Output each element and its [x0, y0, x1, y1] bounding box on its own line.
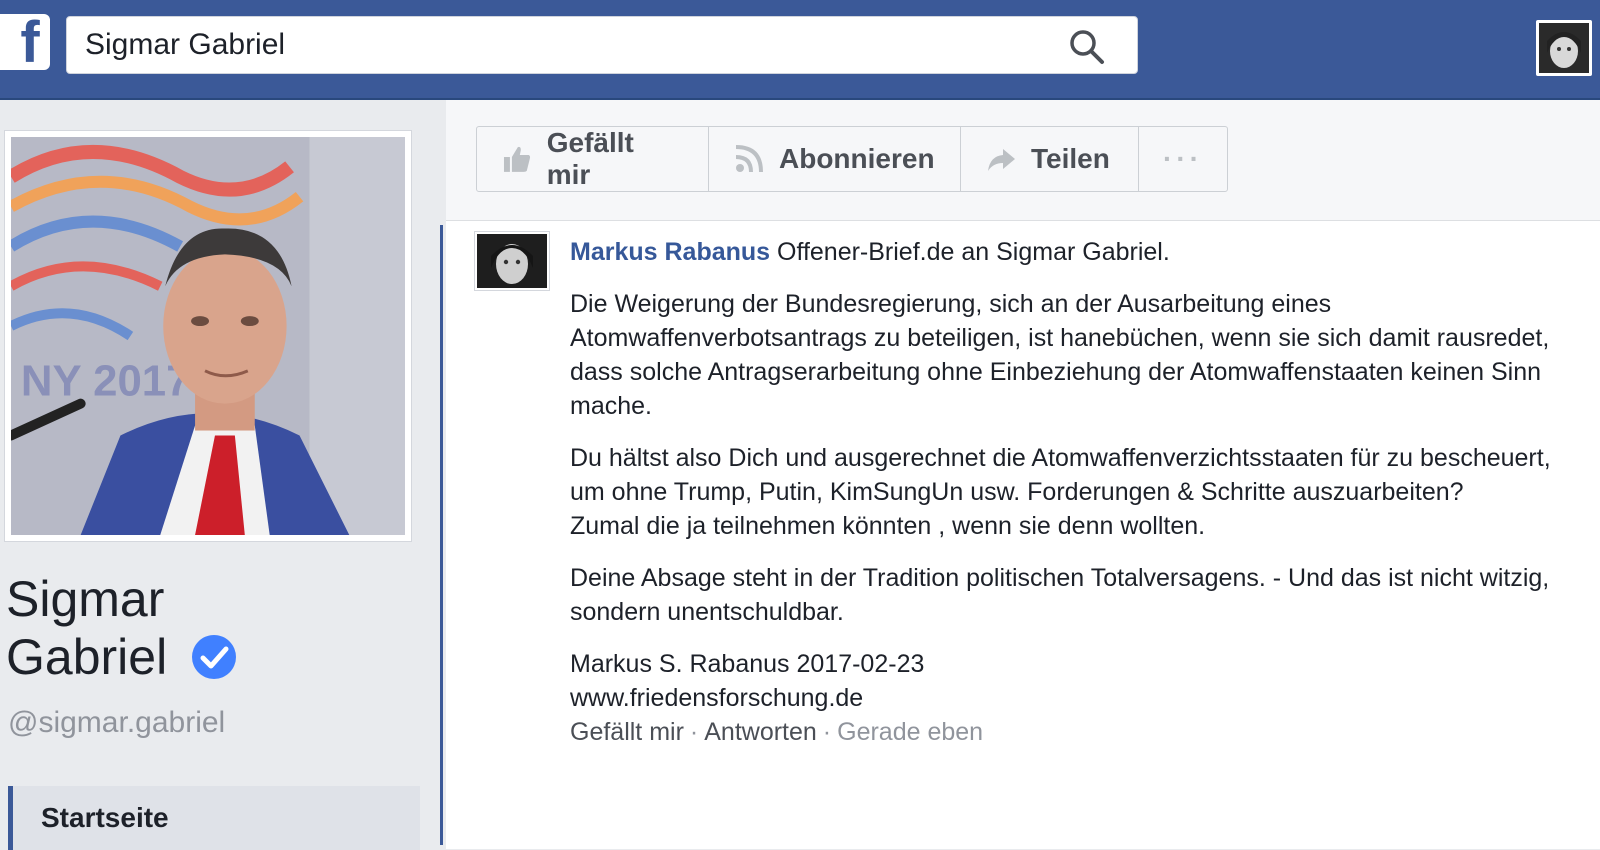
- follow-button[interactable]: Abonnieren: [709, 127, 961, 191]
- comment-card: Markus Rabanus Offener-Brief.de an Sigma…: [440, 220, 1600, 849]
- follow-label: Abonnieren: [779, 143, 935, 174]
- share-label: Teilen: [1031, 143, 1110, 174]
- sidebar-item-home[interactable]: Startseite: [8, 786, 420, 850]
- signature-link[interactable]: www.friedensforschung.de: [570, 681, 1570, 715]
- share-arrow-icon: [988, 149, 1015, 171]
- page-handle[interactable]: @sigmar.gabriel: [8, 706, 225, 740]
- verified-badge-icon: [192, 634, 237, 679]
- comment-paragraph-1: Die Weigerung der Bundesregierung, sich …: [570, 290, 1550, 420]
- comment-headline: Offener-Brief.de an Sigmar Gabriel.: [770, 238, 1170, 266]
- search-input[interactable]: [85, 17, 1025, 73]
- comment-signature: Markus S. Rabanus 2017-02-23 www.frieden…: [570, 647, 1570, 749]
- more-options-icon: ···: [1163, 143, 1203, 174]
- page-action-bar: Gefällt mir Abonnieren Teilen ···: [476, 126, 1228, 192]
- top-navigation-bar: f: [0, 0, 1600, 100]
- more-options-button[interactable]: ···: [1139, 127, 1227, 191]
- facebook-logo-letter: f: [20, 10, 40, 75]
- profile-photo-image: NY 2017: [11, 137, 405, 535]
- comment-actions: Gefällt mir · Antworten · Gerade eben: [570, 715, 1570, 749]
- page-sidebar: NY 2017 Sigmar Gabriel @sigmar.gabriel S…: [0, 100, 446, 850]
- page-title-first: Sigmar: [6, 571, 165, 627]
- action-separator: ·: [822, 718, 832, 746]
- comment-timestamp[interactable]: Gerade eben: [837, 718, 983, 746]
- comment-header: Markus Rabanus Offener-Brief.de an Sigma…: [570, 235, 1570, 269]
- like-page-label: Gefällt mir: [546, 127, 634, 190]
- svg-text:NY 2017: NY 2017: [21, 357, 191, 406]
- action-separator: ·: [689, 718, 699, 746]
- user-avatar[interactable]: [1536, 20, 1592, 76]
- comment-body: Markus Rabanus Offener-Brief.de an Sigma…: [570, 235, 1570, 749]
- page-main: Gefällt mir Abonnieren Teilen ··· Markus…: [440, 100, 1600, 849]
- like-page-button[interactable]: Gefällt mir: [477, 127, 709, 191]
- comment-author-link[interactable]: Markus Rabanus: [570, 238, 770, 266]
- thumbs-up-icon: [503, 146, 531, 172]
- page-title-last: Gabriel: [6, 629, 168, 685]
- comment-like-button[interactable]: Gefällt mir: [570, 718, 684, 746]
- avatar-face-icon: [477, 234, 547, 288]
- comment-paragraph-2: Du hältst also Dich und ausgerechnet die…: [570, 441, 1570, 543]
- comment-paragraph-2-text: Du hältst also Dich und ausgerechnet die…: [570, 444, 1551, 506]
- comment-paragraph-3: Deine Absage steht in der Tradition poli…: [570, 564, 1550, 626]
- page-title: Sigmar Gabriel: [6, 570, 426, 686]
- search-box[interactable]: [66, 16, 1138, 74]
- comment-reply-button[interactable]: Antworten: [704, 718, 817, 746]
- avatar-face-icon: [1539, 23, 1589, 73]
- commenter-avatar[interactable]: [474, 231, 550, 291]
- facebook-logo[interactable]: f: [0, 10, 50, 75]
- sidebar-item-label: Startseite: [41, 802, 169, 833]
- search-icon[interactable]: [1067, 27, 1107, 67]
- profile-picture[interactable]: NY 2017: [4, 130, 412, 542]
- share-button[interactable]: Teilen: [961, 127, 1139, 191]
- comment-accent-bar: [440, 225, 443, 845]
- signature-text: Markus S. Rabanus 2017-02-23: [570, 650, 925, 678]
- comment-paragraph-2-followup: Zumal die ja teilnehmen könnten , wenn s…: [570, 512, 1206, 540]
- rss-feed-icon: [735, 145, 763, 173]
